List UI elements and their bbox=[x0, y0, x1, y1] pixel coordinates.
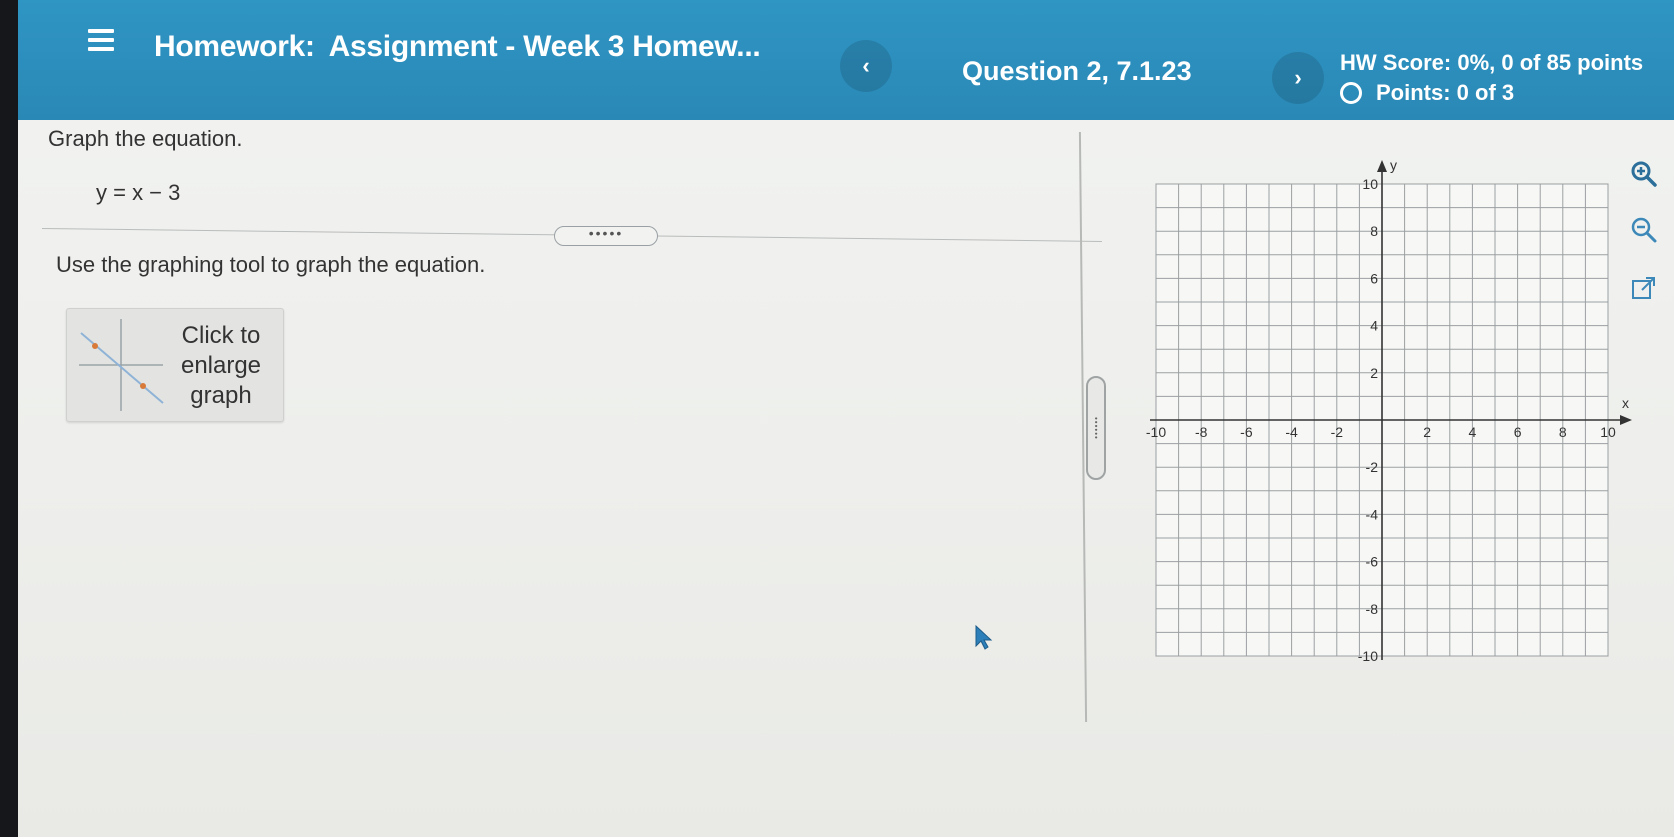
instruction-text: Graph the equation. bbox=[48, 126, 243, 151]
homework-title-prefix: Homework: bbox=[154, 30, 315, 63]
chevron-right-icon: › bbox=[1294, 65, 1302, 90]
graph-area[interactable]: x y -10 -8 -6 -4 -2 2 4 6 8 10 10 8 6 4 2 -2 -4 -6 -8 -10 bbox=[1128, 150, 1648, 670]
tool-instruction-text: Use the graphing tool to graph the equat… bbox=[56, 252, 486, 277]
show-more-button[interactable]: ••••• bbox=[554, 226, 658, 246]
hamburger-menu-icon[interactable] bbox=[88, 26, 118, 56]
y-axis-arrow bbox=[1377, 160, 1387, 172]
x-tick-label: 4 bbox=[1469, 424, 1477, 440]
x-tick-label: -8 bbox=[1195, 424, 1208, 440]
x-tick-label: -10 bbox=[1146, 424, 1166, 440]
incomplete-circle-icon bbox=[1340, 82, 1362, 104]
graph-thumbnail-icon bbox=[79, 319, 164, 411]
y-tick-label: -6 bbox=[1366, 554, 1379, 570]
enlarge-graph-button[interactable]: Click to enlarge graph bbox=[66, 308, 284, 422]
panel-resize-handle[interactable]: •••••• bbox=[1086, 376, 1106, 480]
mouse-pointer-icon bbox=[975, 624, 993, 650]
zoom-out-icon[interactable] bbox=[1626, 212, 1662, 248]
x-tick-label: 6 bbox=[1514, 424, 1522, 440]
points-status: Points: 0 of 3 bbox=[1340, 80, 1514, 106]
x-axis-arrow bbox=[1620, 415, 1632, 425]
chevron-left-icon: ‹ bbox=[862, 53, 870, 78]
points-text: Points: 0 of 3 bbox=[1376, 80, 1515, 105]
y-axis-label: y bbox=[1390, 157, 1397, 173]
x-tick-label: 8 bbox=[1559, 424, 1567, 440]
y-tick-label: -2 bbox=[1366, 459, 1379, 475]
zoom-in-icon[interactable] bbox=[1626, 156, 1662, 192]
x-tick-label: -4 bbox=[1285, 424, 1298, 440]
homework-title: Homework: Assignment - Week 3 Homew... bbox=[154, 30, 761, 64]
y-tick-label: -10 bbox=[1358, 648, 1378, 664]
y-tick-label: 8 bbox=[1370, 223, 1378, 239]
x-tick-label: 2 bbox=[1423, 424, 1431, 440]
y-tick-label: -8 bbox=[1366, 601, 1379, 617]
x-tick-label: -2 bbox=[1331, 424, 1344, 440]
y-tick-label: 4 bbox=[1370, 318, 1378, 334]
equation-text: y = x − 3 bbox=[96, 180, 181, 205]
enlarge-graph-label: Click to enlarge graph bbox=[180, 322, 262, 409]
x-tick-label: -6 bbox=[1240, 424, 1253, 440]
y-tick-label: 2 bbox=[1370, 365, 1378, 381]
hw-score: HW Score: 0%, 0 of 85 points bbox=[1340, 50, 1644, 75]
x-axis-label: x bbox=[1622, 395, 1629, 411]
popout-icon[interactable] bbox=[1626, 270, 1662, 306]
homework-title-text: Assignment - Week 3 Homew... bbox=[328, 30, 761, 63]
screen: Homework: Assignment - Week 3 Homew... ‹ … bbox=[18, 0, 1674, 837]
header-bar: Homework: Assignment - Week 3 Homew... ‹ … bbox=[18, 0, 1674, 120]
question-label: Question 2, 7.1.23 bbox=[962, 56, 1192, 86]
y-tick-label: 6 bbox=[1370, 270, 1378, 286]
previous-question-button[interactable]: ‹ bbox=[840, 40, 892, 92]
next-question-button[interactable]: › bbox=[1272, 52, 1324, 104]
y-tick-label: -4 bbox=[1366, 506, 1379, 522]
x-tick-label: 10 bbox=[1600, 424, 1616, 440]
y-tick-label: 10 bbox=[1362, 176, 1378, 192]
